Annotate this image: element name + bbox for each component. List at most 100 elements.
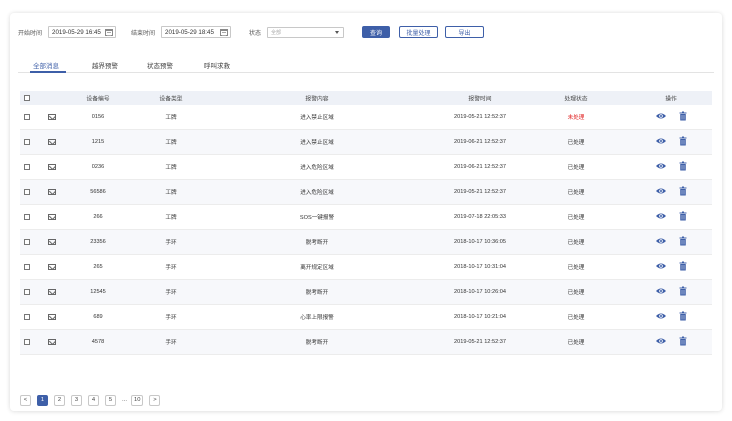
cell-alarm-time: 2018-10-17 10:26:04 [454, 289, 506, 295]
page-5-button[interactable]: 5 [105, 394, 116, 406]
trash-icon[interactable] [679, 186, 687, 198]
cell-alarm-content: 进入禁止区域 [300, 115, 334, 121]
calendar-icon[interactable] [105, 29, 114, 36]
batch-process-button[interactable]: 批量处理 [399, 26, 439, 38]
eye-icon[interactable] [656, 313, 667, 322]
row-checkbox[interactable] [24, 339, 30, 345]
calendar-icon[interactable] [220, 29, 229, 36]
envelope-icon [48, 139, 56, 145]
query-button[interactable]: 查询 [362, 26, 391, 38]
page-4-button[interactable]: 4 [88, 394, 99, 406]
cell-device-id: 0236 [91, 164, 105, 170]
chevron-down-icon [335, 30, 340, 34]
col-handle-status: 处理状态 [564, 96, 588, 103]
trash-icon[interactable] [679, 211, 687, 223]
cell-device-id: 689 [93, 314, 103, 320]
cell-device-type: 工牌 [165, 215, 177, 221]
row-checkbox[interactable] [24, 214, 30, 220]
trash-icon[interactable] [679, 161, 687, 173]
eye-icon[interactable] [656, 238, 667, 247]
status-select-value: 全部 [271, 29, 282, 36]
envelope-icon [48, 289, 56, 295]
cell-alarm-content: 心率上限报警 [300, 315, 334, 321]
cell-handle-status: 已处理 [567, 265, 585, 271]
cell-device-id: 23356 [90, 239, 106, 245]
cell-alarm-time: 2018-10-17 10:36:05 [454, 239, 506, 245]
row-checkbox[interactable] [24, 189, 30, 195]
table-row[interactable]: 56586 工牌 进入危险区域 2019-05-21 12:52:37 已处理 [20, 180, 712, 205]
cell-alarm-content: 进入危险区域 [300, 165, 334, 171]
tab-status-warning[interactable]: 状态预警 [147, 60, 173, 70]
trash-icon[interactable] [679, 136, 687, 148]
page-3-button[interactable]: 3 [71, 394, 82, 406]
page-1-button[interactable]: 1 [37, 394, 48, 406]
table-row[interactable]: 0236 工牌 进入危险区域 2019-06-21 12:52:37 已处理 [20, 155, 712, 180]
eye-icon[interactable] [656, 338, 667, 347]
table-row[interactable]: 1215 工牌 进入禁止区域 2019-06-21 12:52:37 已处理 [20, 130, 712, 155]
trash-icon[interactable] [679, 261, 687, 273]
cell-alarm-content: 离开规定区域 [300, 265, 334, 271]
page-10-button[interactable]: 10 [131, 394, 144, 406]
row-checkbox[interactable] [24, 264, 30, 270]
table-row[interactable]: 689 手环 心率上限报警 2018-10-17 10:21:04 已处理 [20, 305, 712, 330]
eye-icon[interactable] [656, 113, 667, 122]
cell-device-id: 56586 [90, 189, 106, 195]
cell-alarm-time: 2019-06-21 12:52:37 [454, 139, 506, 145]
envelope-icon [48, 314, 56, 320]
page-ellipsis: ... [122, 397, 128, 403]
status-label: 状态 [249, 30, 262, 37]
prev-page-button[interactable]: < [20, 394, 31, 406]
tab-boundary-warning[interactable]: 越界预警 [92, 60, 118, 70]
table-row[interactable]: 23356 手环 脱考断开 2018-10-17 10:36:05 已处理 [20, 230, 712, 255]
table-row[interactable]: 266 工牌 SOS一键报警 2019-07-18 22:05:33 已处理 [20, 205, 712, 230]
cell-device-id: 265 [93, 264, 103, 270]
tab-sos-call[interactable]: 呼叫求救 [204, 60, 230, 70]
table-row[interactable]: 12545 手环 脱考断开 2018-10-17 10:26:04 已处理 [20, 280, 712, 305]
row-checkbox[interactable] [24, 164, 30, 170]
eye-icon[interactable] [656, 213, 667, 222]
export-button[interactable]: 导出 [445, 26, 485, 38]
trash-icon[interactable] [679, 311, 687, 323]
cell-handle-status: 未处理 [567, 115, 585, 121]
row-checkbox[interactable] [24, 289, 30, 295]
eye-icon[interactable] [656, 288, 667, 297]
trash-icon[interactable] [679, 286, 687, 298]
cell-device-id: 4578 [91, 339, 105, 345]
start-time-value: 2019-05-29 16:45 [52, 28, 101, 36]
row-checkbox[interactable] [24, 314, 30, 320]
cell-device-type: 工牌 [165, 165, 177, 171]
eye-icon[interactable] [656, 138, 667, 147]
cell-handle-status: 已处理 [567, 240, 585, 246]
cell-alarm-content: SOS一键报警 [299, 215, 335, 221]
table-row[interactable]: 265 手环 离开规定区域 2018-10-17 10:31:04 已处理 [20, 255, 712, 280]
status-select[interactable]: 全部 [267, 26, 345, 38]
cell-handle-status: 已处理 [567, 190, 585, 196]
cell-alarm-time: 2019-07-18 22:05:33 [454, 214, 506, 220]
row-checkbox[interactable] [24, 114, 30, 120]
table-row[interactable]: 4578 手环 脱考断开 2019-05-21 12:52:37 已处理 [20, 330, 712, 355]
envelope-icon [48, 189, 56, 195]
eye-icon[interactable] [656, 163, 667, 172]
start-time-input[interactable]: 2019-05-29 16:45 [48, 26, 117, 38]
table-row[interactable]: 0156 工牌 进入禁止区域 2019-05-21 12:52:37 未处理 [20, 105, 712, 130]
cell-alarm-content: 脱考断开 [305, 240, 329, 246]
row-checkbox[interactable] [24, 239, 30, 245]
end-time-input[interactable]: 2019-05-29 18:45 [161, 26, 232, 38]
select-all-checkbox[interactable] [24, 95, 30, 101]
col-device-type: 设备类型 [159, 96, 183, 103]
tab-all-messages[interactable]: 全部消息 [33, 60, 59, 70]
cell-device-type: 工牌 [165, 140, 177, 146]
page-2-button[interactable]: 2 [54, 394, 65, 406]
cell-alarm-content: 脱考断开 [305, 290, 329, 296]
cell-device-id: 12545 [90, 289, 106, 295]
trash-icon[interactable] [679, 111, 687, 123]
end-time-value: 2019-05-29 18:45 [165, 28, 214, 36]
cell-alarm-time: 2019-05-21 12:52:37 [454, 114, 506, 120]
cell-handle-status: 已处理 [567, 340, 585, 346]
next-page-button[interactable]: > [149, 394, 161, 406]
trash-icon[interactable] [679, 236, 687, 248]
row-checkbox[interactable] [24, 139, 30, 145]
eye-icon[interactable] [656, 263, 667, 272]
trash-icon[interactable] [679, 336, 687, 348]
eye-icon[interactable] [656, 188, 667, 197]
